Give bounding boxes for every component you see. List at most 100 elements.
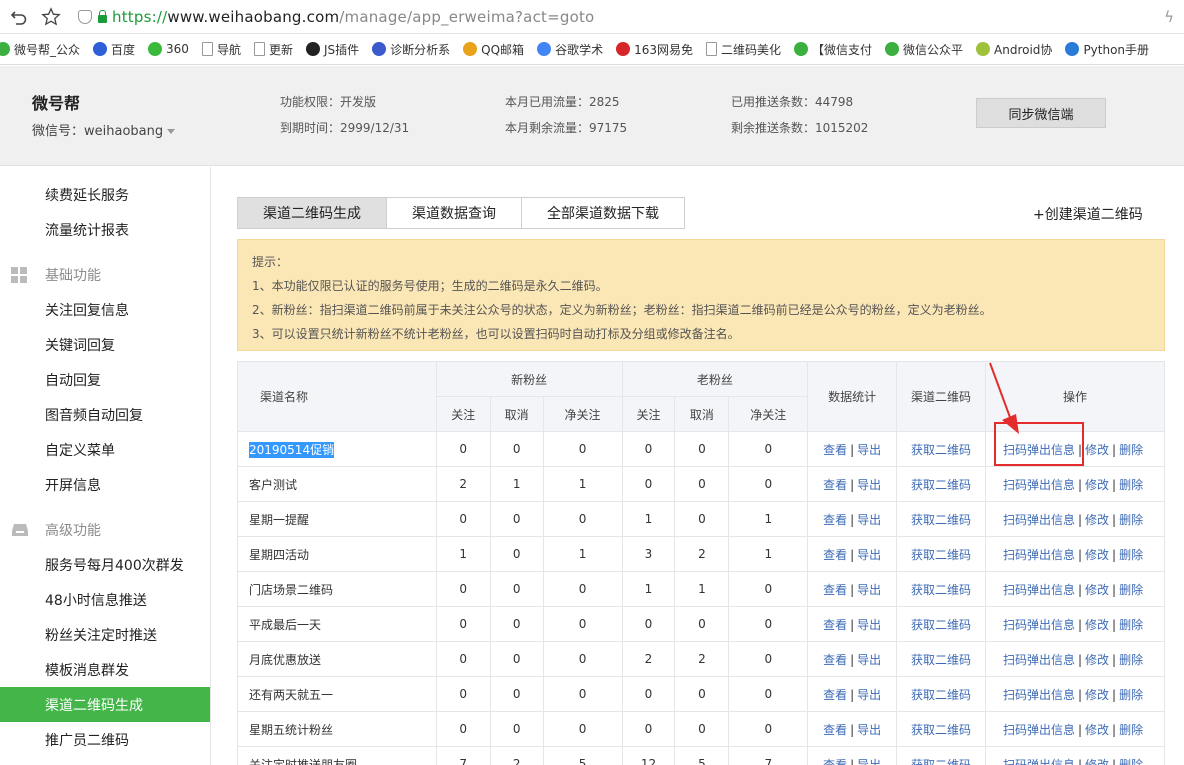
bookmark-item[interactable]: 诊断分析系 [372,41,450,58]
view-link[interactable]: 查看 [823,758,847,765]
export-link[interactable]: 导出 [857,443,881,457]
edit-link[interactable]: 修改 [1085,513,1109,527]
export-link[interactable]: 导出 [857,723,881,737]
export-link[interactable]: 导出 [857,618,881,632]
lightning-icon[interactable]: ϟ [1164,8,1174,26]
sidebar-item[interactable]: 模板消息群发 [0,652,210,687]
sidebar-item[interactable]: 关键词回复 [0,327,210,362]
get-qrcode-link[interactable]: 获取二维码 [911,478,971,492]
export-link[interactable]: 导出 [857,653,881,667]
scan-popup-info-link[interactable]: 扫码弹出信息 [1003,618,1075,632]
bookmark-item[interactable]: 360 [148,42,189,56]
sidebar-item[interactable]: 关注回复信息 [0,292,210,327]
scan-popup-info-link[interactable]: 扫码弹出信息 [1003,688,1075,702]
get-qrcode-link[interactable]: 获取二维码 [911,723,971,737]
scan-popup-info-link[interactable]: 扫码弹出信息 [1003,478,1075,492]
delete-link[interactable]: 删除 [1119,583,1143,597]
sidebar-item[interactable]: 流量统计报表 [0,212,210,247]
tab-qrcode-generate[interactable]: 渠道二维码生成 [237,197,387,229]
get-qrcode-link[interactable]: 获取二维码 [911,758,971,765]
bookmark-item[interactable]: 【微信支付 [794,41,872,58]
bookmark-item[interactable]: 导航 [201,41,241,58]
view-link[interactable]: 查看 [823,618,847,632]
bookmark-item[interactable]: 微号帮_公众 [0,41,80,58]
view-link[interactable]: 查看 [823,583,847,597]
edit-link[interactable]: 修改 [1085,478,1109,492]
scan-popup-info-link[interactable]: 扫码弹出信息 [1003,758,1075,765]
get-qrcode-link[interactable]: 获取二维码 [911,513,971,527]
edit-link[interactable]: 修改 [1085,688,1109,702]
sidebar-item[interactable]: 图音频自动回复 [0,397,210,432]
scan-popup-info-link[interactable]: 扫码弹出信息 [1003,513,1075,527]
sidebar-item[interactable]: 服务号每月400次群发 [0,547,210,582]
view-link[interactable]: 查看 [823,548,847,562]
edit-link[interactable]: 修改 [1085,548,1109,562]
old-cancel-cell: 0 [674,431,730,467]
edit-link[interactable]: 修改 [1085,583,1109,597]
sidebar-item[interactable]: 48小时信息推送 [0,582,210,617]
star-icon[interactable] [38,4,64,30]
tab-data-download[interactable]: 全部渠道数据下载 [521,197,685,229]
sidebar-item[interactable]: 渠道二维码生成 [0,687,210,722]
scan-popup-info-link[interactable]: 扫码弹出信息 [1003,443,1075,457]
edit-link[interactable]: 修改 [1085,618,1109,632]
sidebar-item[interactable]: 推广员二维码 [0,722,210,757]
delete-link[interactable]: 删除 [1119,653,1143,667]
sidebar-item[interactable]: 自定义菜单 [0,432,210,467]
get-qrcode-link[interactable]: 获取二维码 [911,443,971,457]
sidebar-item[interactable]: 开屏信息 [0,467,210,502]
delete-link[interactable]: 删除 [1119,548,1143,562]
sidebar-item[interactable]: 粉丝关注定时推送 [0,617,210,652]
get-qrcode-link[interactable]: 获取二维码 [911,618,971,632]
export-link[interactable]: 导出 [857,758,881,765]
bookmark-item[interactable]: 更新 [253,41,293,58]
view-link[interactable]: 查看 [823,478,847,492]
delete-link[interactable]: 删除 [1119,723,1143,737]
account-selector[interactable]: 微信号：weihaobang [32,120,176,139]
export-link[interactable]: 导出 [857,513,881,527]
get-qrcode-link[interactable]: 获取二维码 [911,653,971,667]
delete-link[interactable]: 删除 [1119,513,1143,527]
bookmark-item[interactable]: 二维码美化 [705,41,781,58]
bookmark-item[interactable]: 百度 [93,41,135,58]
scan-popup-info-link[interactable]: 扫码弹出信息 [1003,548,1075,562]
view-link[interactable]: 查看 [823,723,847,737]
back-icon[interactable] [6,4,32,30]
view-link[interactable]: 查看 [823,513,847,527]
sync-wechat-button[interactable]: 同步微信端 [976,98,1106,128]
edit-link[interactable]: 修改 [1085,758,1109,765]
bookmark-item[interactable]: 谷歌学术 [537,41,603,58]
export-link[interactable]: 导出 [857,548,881,562]
edit-link[interactable]: 修改 [1085,653,1109,667]
edit-link[interactable]: 修改 [1085,723,1109,737]
create-qrcode-link[interactable]: +创建渠道二维码 [1033,204,1143,224]
get-qrcode-link[interactable]: 获取二维码 [911,583,971,597]
sidebar-item[interactable]: 自动回复 [0,362,210,397]
view-link[interactable]: 查看 [823,443,847,457]
url-input[interactable]: https://www.weihaobang.com/manage/app_er… [112,8,594,26]
export-link[interactable]: 导出 [857,583,881,597]
scan-popup-info-link[interactable]: 扫码弹出信息 [1003,583,1075,597]
bookmark-item[interactable]: 163网易免 [616,41,693,58]
scan-popup-info-link[interactable]: 扫码弹出信息 [1003,653,1075,667]
bookmark-item[interactable]: QQ邮箱 [463,41,524,58]
view-link[interactable]: 查看 [823,653,847,667]
delete-link[interactable]: 删除 [1119,478,1143,492]
export-link[interactable]: 导出 [857,688,881,702]
scan-popup-info-link[interactable]: 扫码弹出信息 [1003,723,1075,737]
edit-link[interactable]: 修改 [1085,443,1109,457]
get-qrcode-link[interactable]: 获取二维码 [911,548,971,562]
view-link[interactable]: 查看 [823,688,847,702]
delete-link[interactable]: 删除 [1119,618,1143,632]
sidebar-item[interactable]: 续费延长服务 [0,177,210,212]
tab-data-query[interactable]: 渠道数据查询 [386,197,522,229]
bookmark-item[interactable]: JS插件 [305,41,359,58]
get-qrcode-link[interactable]: 获取二维码 [911,688,971,702]
bookmark-item[interactable]: 微信公众平 [885,41,963,58]
bookmark-item[interactable]: Android协 [976,41,1052,58]
bookmark-item[interactable]: Python手册 [1065,41,1149,58]
delete-link[interactable]: 删除 [1119,688,1143,702]
export-link[interactable]: 导出 [857,478,881,492]
delete-link[interactable]: 删除 [1119,758,1143,765]
delete-link[interactable]: 删除 [1119,443,1143,457]
